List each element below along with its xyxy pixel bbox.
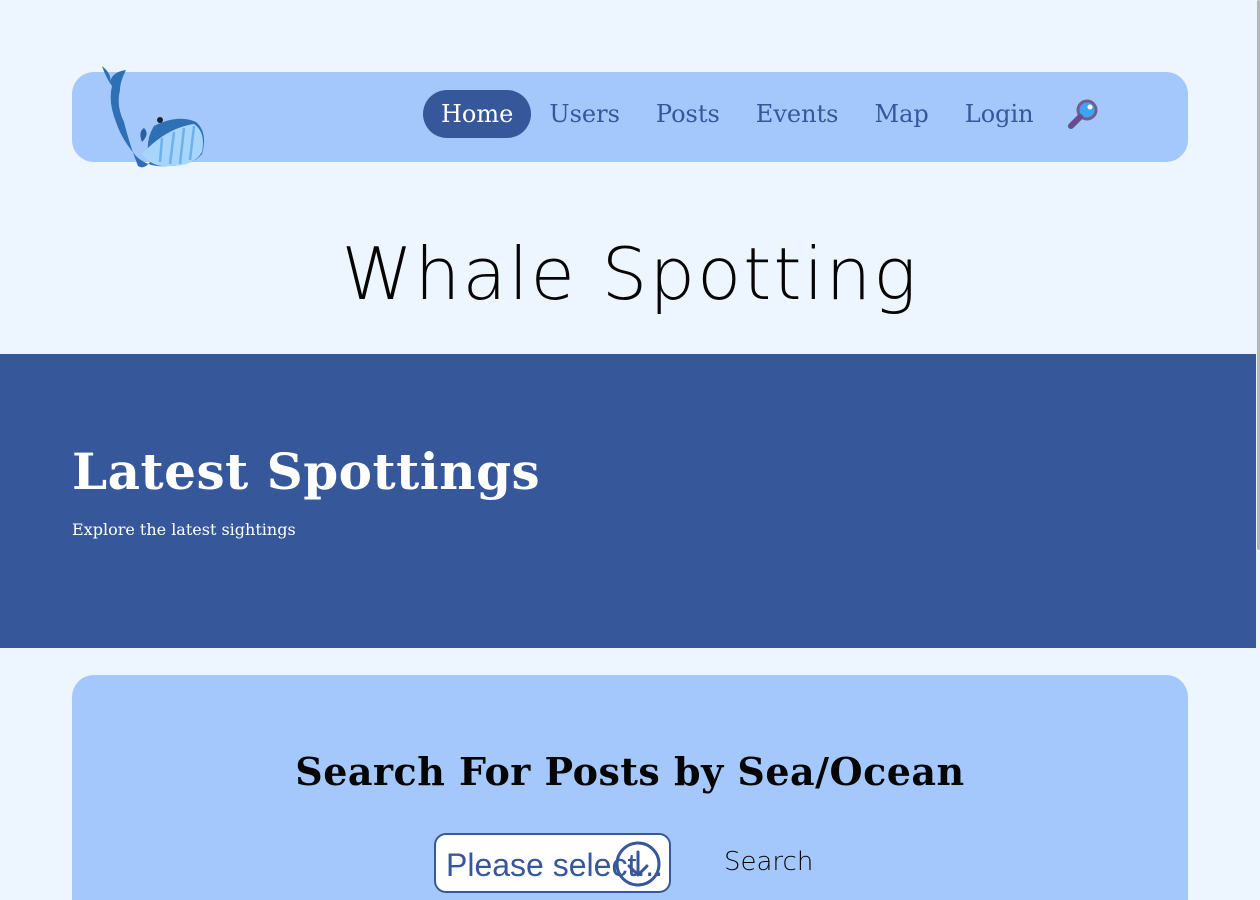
nav-map-link[interactable]: Map [857,90,947,138]
sea-ocean-select[interactable]: Please select... [434,833,671,893]
nav-login-link[interactable]: Login [947,90,1052,138]
latest-spottings-hero: Latest Spottings Explore the latest sigh… [0,354,1256,648]
nav-posts-link[interactable]: Posts [638,90,738,138]
magnifier-icon[interactable] [1066,96,1102,132]
hero-subtitle: Explore the latest sightings [72,520,296,539]
page-scrollbar[interactable] [1256,0,1260,900]
hero-title: Latest Spottings [72,442,541,501]
whale-logo-icon[interactable] [98,62,208,172]
nav-users-link[interactable]: Users [531,90,638,138]
sea-search-card: Search For Posts by Sea/Ocean Please sel… [72,675,1188,900]
navbar: Home Users Posts Events Map Login [72,66,1188,168]
page: Home Users Posts Events Map Login Whale … [0,0,1260,900]
search-heading: Search For Posts by Sea/Ocean [295,749,965,794]
nav-home-link[interactable]: Home [423,90,532,138]
nav-links: Home Users Posts Events Map Login [423,90,1102,138]
site-title: Whale Spotting [341,232,919,316]
nav-events-link[interactable]: Events [738,90,857,138]
search-button[interactable]: Search [724,847,813,877]
arrow-down-circle-icon [615,841,661,887]
